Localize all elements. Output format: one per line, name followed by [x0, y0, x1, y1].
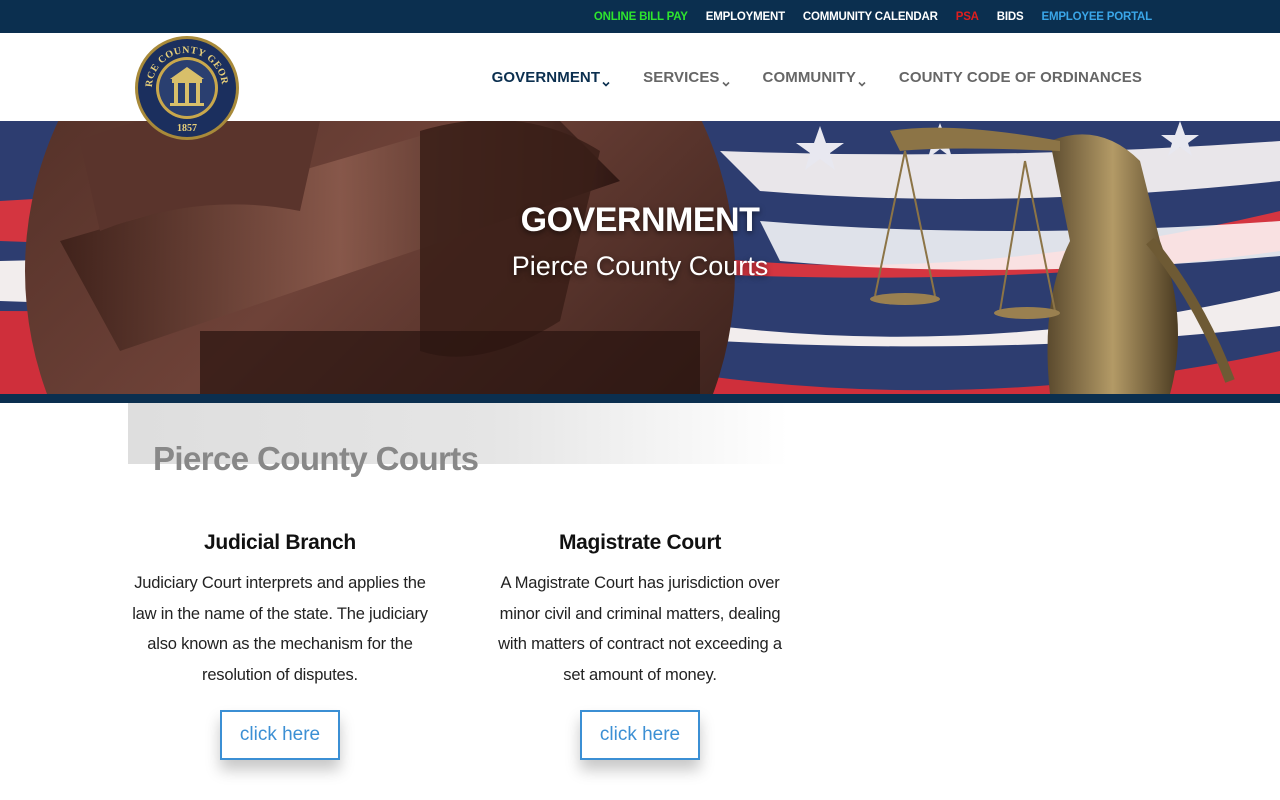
utility-item-community-calendar: COMMUNITY CALENDAR	[803, 11, 938, 23]
card-title: Judicial Branch	[204, 531, 356, 554]
nav-community-label: COMMUNITY	[762, 68, 856, 86]
chevron-down-icon	[858, 81, 866, 87]
utility-item-psa: PSA	[956, 11, 979, 23]
nav-government[interactable]: GOVERNMENT	[491, 68, 612, 87]
top-utility-bar: ONLINE BILL PAY EMPLOYMENT COMMUNITY CAL…	[0, 0, 1280, 33]
employment-link[interactable]: EMPLOYMENT	[706, 11, 785, 23]
card-title: Magistrate Court	[558, 531, 722, 554]
county-seal-icon: PIERCE COUNTY GEORGIA 1857	[130, 27, 239, 140]
nav-community[interactable]: COMMUNITY	[762, 68, 867, 87]
card-judicial-branch: Judicial Branch Judiciary Court interpre…	[130, 530, 430, 690]
hero-subtitle: Pierce County Courts	[511, 251, 769, 281]
card-body: A Magistrate Court has jurisdiction over…	[498, 574, 782, 684]
online-bill-pay-link[interactable]: ONLINE BILL PAY	[594, 11, 688, 23]
utility-item-employment: EMPLOYMENT	[706, 11, 785, 23]
seal-year: 1857	[177, 123, 197, 134]
chevron-down-icon	[602, 81, 610, 87]
judicial-branch-click-here-button[interactable]: click here	[220, 710, 340, 760]
utility-item-employee-portal: EMPLOYEE PORTAL	[1041, 11, 1152, 23]
section-title: Pierce County Courts	[153, 440, 479, 477]
psa-link[interactable]: PSA	[956, 11, 979, 23]
hero-divider-strip	[0, 394, 1280, 403]
nav-government-label: GOVERNMENT	[491, 68, 601, 86]
county-seal-logo[interactable]: PIERCE COUNTY GEORGIA 1857	[130, 27, 240, 141]
card-magistrate-court: Magistrate Court A Magistrate Court has …	[490, 530, 790, 690]
utility-item-bids: BIDS	[997, 11, 1024, 23]
chevron-down-icon	[721, 81, 730, 87]
nav-services[interactable]: SERVICES	[643, 68, 730, 87]
community-calendar-link[interactable]: COMMUNITY CALENDAR	[803, 11, 938, 23]
utility-links: ONLINE BILL PAY EMPLOYMENT COMMUNITY CAL…	[594, 0, 1152, 33]
hero-banner: GOVERNMENT Pierce County Courts	[0, 121, 1280, 394]
nav-services-label: SERVICES	[643, 68, 720, 86]
utility-item-online-bill-pay: ONLINE BILL PAY	[594, 11, 688, 23]
hero-title: GOVERNMENT	[520, 201, 760, 239]
employee-portal-link[interactable]: EMPLOYEE PORTAL	[1041, 11, 1152, 23]
bids-link[interactable]: BIDS	[997, 11, 1024, 23]
card-body: Judiciary Court interprets and applies t…	[132, 574, 428, 684]
magistrate-court-click-here-button[interactable]: click here	[580, 710, 700, 760]
nav-county-code[interactable]: COUNTY CODE OF ORDINANCES	[899, 69, 1142, 86]
main-navigation: GOVERNMENT SERVICES COMMUNITY COUNTY COD…	[492, 33, 1142, 121]
nav-county-code-label: COUNTY CODE OF ORDINANCES	[898, 68, 1142, 86]
